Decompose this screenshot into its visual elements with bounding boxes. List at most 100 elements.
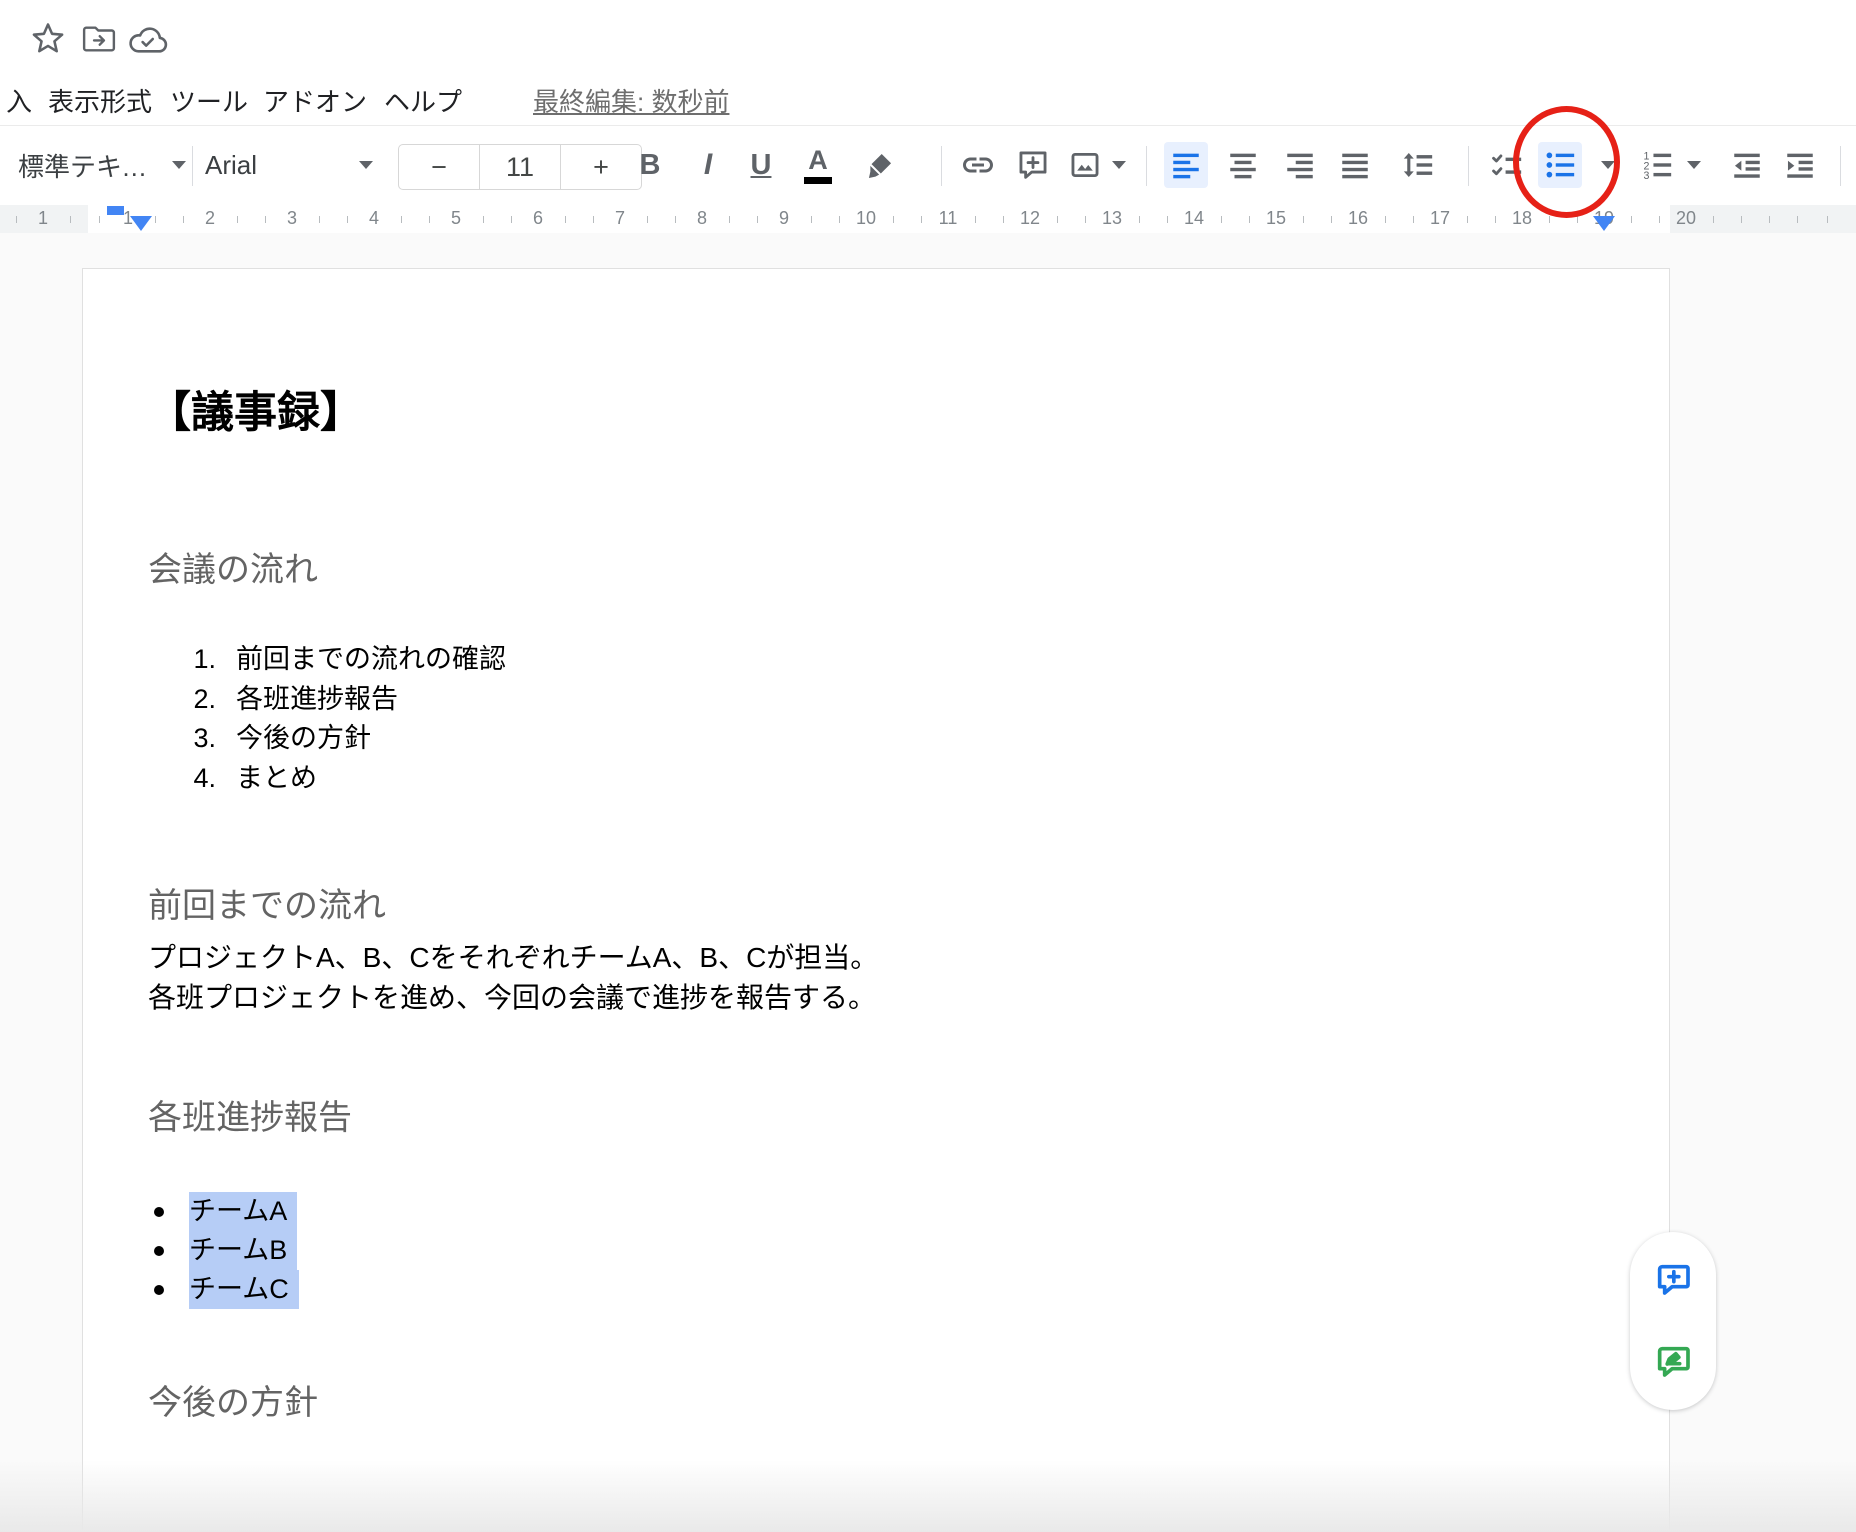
chevron-down-icon [1112,161,1126,169]
menu-item-format[interactable]: 表示形式 [48,82,152,119]
font-size-value[interactable]: 11 [479,145,560,189]
ruler-tick [1659,216,1660,223]
paragraph-line: 各班プロジェクトを進め、今回の会議で進捗を報告する。 [148,978,878,1018]
ruler-tick [647,216,648,223]
numbered-list-dropdown[interactable] [1680,142,1708,188]
ruler-tick [183,216,184,223]
doc-paragraph: プロジェクトA、B、CをそれぞれチームA、B、Cが担当。 各班プロジェクトを進め… [148,938,878,1018]
align-center-button[interactable] [1221,142,1265,188]
text-color-button[interactable]: A [796,142,840,188]
numbered-list-button[interactable]: 123 [1635,142,1679,188]
font-family-selector[interactable]: Arial [205,142,373,188]
font-size-control: − 11 + [398,144,642,190]
menu-bar: 入 表示形式 ツール アドオン ヘルプ 最終編集: 数秒前 [0,76,1856,124]
list-text: 今後の方針 [236,719,371,759]
decrease-font-size-button[interactable]: − [399,145,479,189]
checklist-button[interactable] [1485,142,1529,188]
add-comment-button[interactable] [1011,142,1055,188]
insert-link-button[interactable] [956,142,1000,188]
insert-image-dropdown[interactable] [1105,142,1133,188]
ruler-tick [565,216,566,223]
right-indent-marker[interactable] [1593,216,1615,231]
paragraph-style-label: 標準テキス... [18,147,150,184]
add-comment-icon [1016,148,1050,182]
cloud-saved-icon[interactable] [128,24,168,54]
ruler-tick [1057,216,1058,223]
menu-item-help[interactable]: ヘルプ [384,82,462,119]
paragraph-line: プロジェクトA、B、CをそれぞれチームA、B、Cが担当。 [148,938,878,978]
list-item: チームA [83,1192,299,1231]
ruler-tick [1827,216,1828,223]
align-left-icon [1169,148,1203,182]
ruler-tick [1467,216,1468,223]
ruler-tick [675,216,676,223]
bulleted-list-button[interactable] [1538,142,1582,188]
menu-item-insert-partial[interactable]: 入 [6,82,32,119]
increase-indent-button[interactable] [1778,142,1822,188]
ruler-number: 15 [1265,208,1287,229]
ruler-tick [511,216,512,223]
ruler-tick [1549,216,1550,223]
italic-button[interactable]: I [686,142,730,188]
decrease-indent-button[interactable] [1725,142,1769,188]
ruler-tick [893,216,894,223]
ruler-number: 3 [281,208,303,229]
toolbar-separator [192,146,193,186]
align-justify-icon [1338,148,1372,182]
document-page[interactable]: 【議事録】 会議の流れ 1.前回までの流れの確認 2.各班進捗報告 3.今後の方… [82,268,1670,1532]
menu-item-tools[interactable]: ツール [170,82,248,119]
ruler-number: 6 [527,208,549,229]
first-line-indent-marker[interactable] [107,206,124,215]
left-indent-marker[interactable] [130,216,152,231]
align-left-button[interactable] [1164,142,1208,188]
ruler-tick [70,216,71,223]
paragraph-style-selector[interactable]: 標準テキス... [18,142,186,188]
highlighter-icon [863,148,897,182]
ruler-tick [1577,216,1578,223]
chevron-down-icon [172,161,186,169]
doc-heading-progress-report: 各班進捗報告 [148,1095,352,1141]
ruler-tick [1631,216,1632,223]
numbered-list-icon: 123 [1640,148,1674,182]
insert-image-button[interactable] [1063,142,1107,188]
bulleted-list-icon [1543,148,1577,182]
ruler-tick [155,216,156,223]
ruler-tick [16,216,17,223]
bulleted-list-dropdown[interactable] [1594,142,1622,188]
add-comment-side-button[interactable] [1653,1260,1693,1300]
move-folder-icon[interactable] [82,24,116,54]
ruler-tick [1385,216,1386,223]
side-action-pill [1630,1232,1716,1410]
toolbar-separator [1840,146,1841,186]
teams-bulleted-list: チームA チームB チームC [83,1192,299,1309]
list-number: 4. [148,759,216,799]
document-canvas: 【議事録】 会議の流れ 1.前回までの流れの確認 2.各班進捗報告 3.今後の方… [0,233,1856,1532]
underline-icon: U [751,151,772,180]
menu-item-addons[interactable]: アドオン [263,82,367,119]
bold-icon: B [640,151,661,180]
link-icon [960,147,996,183]
underline-button[interactable]: U [739,142,783,188]
decrease-indent-icon [1730,148,1764,182]
suggest-edits-side-button[interactable] [1653,1342,1693,1382]
ruler-tick [1713,216,1714,223]
ruler-number: 18 [1511,208,1533,229]
image-icon [1068,148,1102,182]
bold-button[interactable]: B [628,142,672,188]
align-right-button[interactable] [1278,142,1322,188]
ruler-tick [265,216,266,223]
star-icon[interactable] [30,20,66,56]
ruler-tick [1167,216,1168,223]
toolbar: 標準テキス... Arial − 11 + B I U A [0,125,1856,206]
line-spacing-button[interactable] [1396,142,1440,188]
align-justify-button[interactable] [1333,142,1377,188]
last-edit-link[interactable]: 最終編集: 数秒前 [533,82,729,119]
list-item: 4.まとめ [148,759,506,799]
highlight-color-button[interactable] [858,142,902,188]
ruler-number: 7 [609,208,631,229]
checklist-icon [1490,148,1524,182]
list-item: 2.各班進捗報告 [148,680,506,720]
ruler: 1234567891011121314151617181920 1 [0,205,1856,234]
ruler-number: 13 [1101,208,1123,229]
ruler-tick [811,216,812,223]
